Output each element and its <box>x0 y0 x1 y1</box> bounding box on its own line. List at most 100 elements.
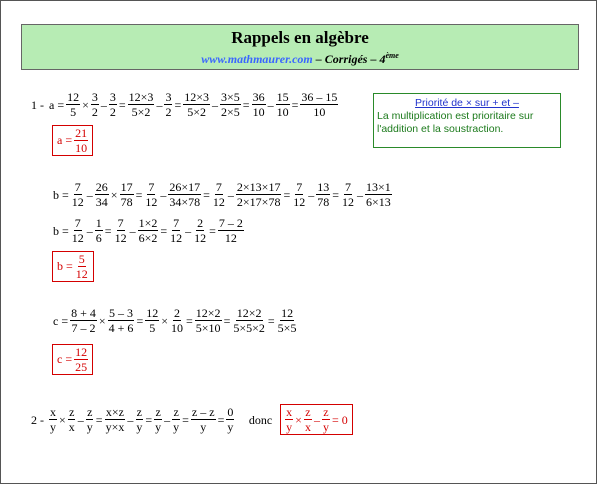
denominator: y <box>136 420 143 434</box>
operator: = <box>223 313 231 328</box>
fraction: 5 – 34 + 6 <box>108 307 135 334</box>
fraction: 12 5 <box>145 307 160 335</box>
fraction: 7 12 <box>144 181 158 208</box>
exercise-1-label: 1 - <box>31 97 44 112</box>
numerator: 21 <box>74 126 89 141</box>
operator: = <box>267 313 275 328</box>
operator: = <box>209 223 216 238</box>
numerator: 5 – 3 <box>108 306 135 321</box>
numerator: 2 <box>173 306 181 321</box>
operator: – <box>160 187 167 202</box>
fraction: 7 12 <box>341 181 355 208</box>
fraction: 2 10 <box>170 307 184 334</box>
operator: – <box>313 412 320 427</box>
operator: – <box>185 223 192 238</box>
operator: × <box>295 412 302 427</box>
operator: a = <box>49 97 65 112</box>
numerator: 12×2 <box>194 306 222 321</box>
fraction: 12×3 5×2 <box>127 91 155 118</box>
operator: – <box>86 223 93 238</box>
denominator: 5×5 <box>277 321 297 335</box>
operator: = <box>242 97 250 112</box>
numerator: 7 <box>73 216 82 231</box>
expr: c = 8 + 47 – 2 × 5 – 34 + 6 = 12 5 × 2 10 = 12×2 5×1… <box>52 307 298 334</box>
operator: = <box>291 97 299 112</box>
fraction: 12 25 <box>74 346 89 373</box>
denominator: 2×5 <box>221 105 240 119</box>
answer-c-box: c = 12 25 <box>52 344 94 375</box>
numerator: 36 – 15 <box>300 90 339 105</box>
fraction: 15 10 <box>275 91 290 119</box>
operator: × <box>59 412 66 427</box>
numerator: z <box>86 405 94 420</box>
fraction: 7 12 <box>71 181 85 208</box>
numerator: 12 <box>280 306 295 321</box>
answer-a-box: a = 21 10 <box>52 125 94 156</box>
denominator: 4 + 6 <box>108 321 134 335</box>
denominator: 12 <box>342 195 355 209</box>
operator: – <box>227 187 234 202</box>
fraction: xy <box>285 405 294 433</box>
expr: b = 7 12–1 6 = 7 12–1×2 6×2 = 7 12–2 12 = 7 – 2 12 <box>52 217 245 244</box>
numerator: 7 <box>147 180 156 195</box>
priority-note-body: La multiplication est prioritaire sur l'… <box>377 110 534 135</box>
numerator: x <box>285 405 294 420</box>
fraction: 7 – 2 12 <box>217 217 244 244</box>
fraction: 5 12 <box>75 253 89 280</box>
fraction: 7 12 <box>212 181 226 208</box>
numerator: 8 + 4 <box>70 306 97 321</box>
numerator: 7 <box>214 180 223 195</box>
exercise-2-line: 2 - x y × z x – z y = x×z y×x – z y = z y – z y = z – z y = 0 y d… <box>31 404 354 435</box>
fraction: 36 10 <box>251 90 266 118</box>
header-subtitle-sup: ème <box>385 51 399 60</box>
numerator: 7 <box>73 180 82 195</box>
operator: c = <box>53 313 69 328</box>
denominator: 5 <box>149 321 156 335</box>
operator: = <box>186 313 193 328</box>
exercise-1-b-line-1: b = 7 12–26 34 × 17 78 = 7 12–26×17 34×78 = 7 12–2×13… <box>52 181 394 208</box>
numerator: 36 <box>251 90 266 105</box>
site-link[interactable]: www.mathmaurer.com <box>201 52 313 66</box>
operator: = <box>203 187 210 202</box>
denominator: 2 <box>165 105 172 119</box>
fraction: zy <box>322 406 330 433</box>
operator: = <box>217 412 225 427</box>
denominator: 5×10 <box>195 321 221 335</box>
denominator: y <box>322 420 329 434</box>
denominator: 7 – 2 <box>71 321 96 335</box>
denominator: 10 <box>276 105 289 119</box>
exercise-1-b-line-2: b = 7 12–1 6 = 7 12–1×2 6×2 = 7 12–2 12 = 7 – 2 12 <box>52 217 246 244</box>
denominator: 78 <box>120 195 133 209</box>
expr: a = 12 5 × 3 2–3 2 = 12×3 5×2–3 2 = 12×3 5×2–3×5 2×5 = 3… <box>48 91 339 118</box>
numerator: 13 <box>316 180 331 195</box>
donc-label: donc <box>248 412 273 427</box>
denominator: 34×78 <box>169 195 201 209</box>
answer-prefix: c = <box>57 352 73 366</box>
numerator: z <box>322 405 330 420</box>
fraction: zx <box>68 406 76 433</box>
numerator: 17 <box>119 180 134 195</box>
denominator: 12 <box>75 267 88 281</box>
denominator: 78 <box>317 195 330 209</box>
numerator: 7 <box>116 216 125 231</box>
fraction: 7 12 <box>169 217 183 244</box>
numerator: 7 <box>172 216 181 231</box>
operator: × <box>82 97 89 112</box>
operator: – <box>357 187 364 202</box>
fraction: 0y <box>226 405 235 433</box>
operator: – <box>77 412 84 427</box>
worksheet-frame: Rappels en algèbre www.mathmaurer.com – … <box>0 0 597 484</box>
operator: = <box>118 97 126 112</box>
operator: × <box>98 313 106 328</box>
fraction: z – zy <box>190 406 216 433</box>
numerator: z <box>135 405 143 420</box>
priority-note: Priorité de × sur + et – La multiplicati… <box>373 93 561 148</box>
operator: × <box>161 313 168 328</box>
numerator: 12 <box>66 90 81 105</box>
operator: × <box>110 187 118 202</box>
numerator: 0 <box>226 405 235 420</box>
denominator: y <box>173 420 180 434</box>
fraction: 17 78 <box>119 180 134 209</box>
numerator: 3 <box>164 90 173 105</box>
fraction: zx <box>304 406 312 433</box>
